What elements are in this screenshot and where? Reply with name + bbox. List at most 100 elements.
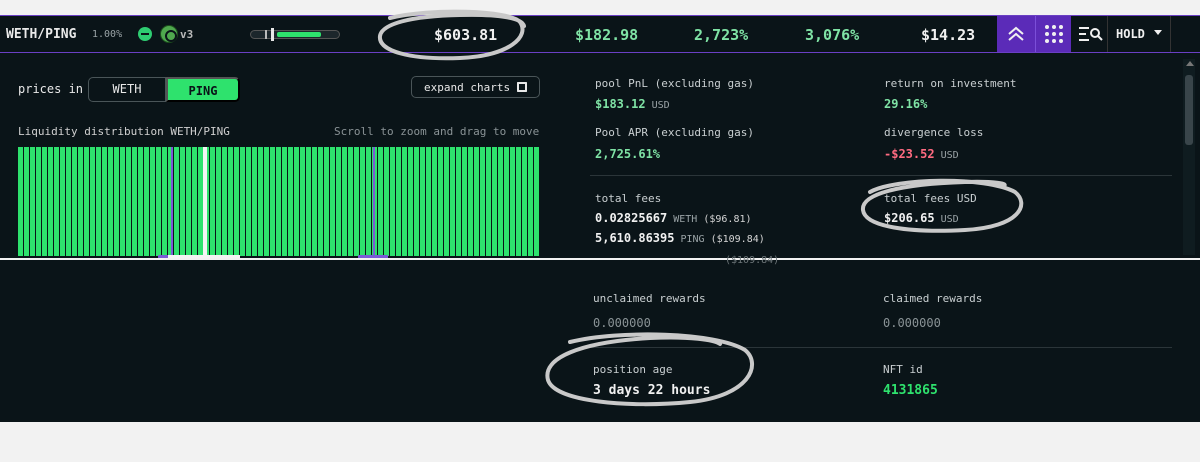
claimed-rewards-value: 0.000000	[883, 316, 941, 330]
liquidity-bar	[318, 147, 323, 256]
liquidity-bar	[426, 147, 431, 256]
liquidity-bar	[48, 147, 53, 256]
liquidity-bar	[210, 147, 215, 256]
expand-charts-button[interactable]: expand charts	[411, 76, 540, 98]
liquidity-bar	[66, 147, 71, 256]
position-details-panel: prices in WETH PING expand charts Liquid…	[0, 53, 1200, 258]
fee-tier: 1.00%	[92, 29, 123, 40]
scroll-up-icon[interactable]	[1186, 61, 1194, 66]
liquidity-bar	[504, 147, 509, 256]
liquidity-bar	[414, 147, 419, 256]
liquidity-bar	[186, 147, 191, 256]
total-fees-label: total fees	[595, 192, 662, 205]
liquidity-bar	[492, 147, 497, 256]
right-strip	[1170, 16, 1200, 52]
pool-apr-label: Pool APR (excluding gas)	[595, 126, 754, 139]
liquidity-bar	[222, 147, 227, 256]
range-lower-line	[171, 147, 173, 258]
liquidity-bar	[246, 147, 251, 256]
liquidity-bar	[174, 147, 179, 256]
liquidity-bar	[60, 147, 65, 256]
price-range-indicator	[250, 28, 340, 41]
roi-value: 29.16%	[884, 97, 928, 111]
liquidity-bar	[264, 147, 269, 256]
chameleon-icon	[160, 25, 178, 43]
expand-icon	[517, 82, 527, 92]
header-stat-4: $14.23	[921, 26, 976, 44]
roi-label: return on investment	[884, 77, 1017, 90]
nft-id-value[interactable]: 4131865	[883, 383, 938, 398]
liquidity-histogram[interactable]	[18, 147, 540, 258]
hold-dropdown[interactable]: HOLD	[1107, 16, 1169, 52]
liquidity-bar	[42, 147, 47, 256]
range-fill	[277, 32, 321, 37]
header-stat-1: $182.98	[575, 26, 639, 44]
liquidity-bar	[30, 147, 35, 256]
liquidity-bar	[270, 147, 275, 256]
liquidity-bar	[420, 147, 425, 256]
liquidity-bar	[126, 147, 131, 256]
pair-name[interactable]: WETH/PING	[6, 27, 76, 42]
liquidity-bar	[366, 147, 371, 256]
liquidity-bar	[108, 147, 113, 256]
liquidity-bar	[378, 147, 383, 256]
fees-weth: 0.02825667 WETH ($96.81)	[595, 211, 752, 225]
liquidity-bar	[312, 147, 317, 256]
liquidity-bar	[90, 147, 95, 256]
liquidity-title: Liquidity distribution WETH/PING	[18, 125, 230, 138]
token-toggle-ping[interactable]: PING	[166, 77, 240, 102]
chevron-down-icon	[1154, 30, 1162, 35]
divergence-label: divergence loss	[884, 126, 984, 139]
liquidity-bar	[114, 147, 119, 256]
search-list-button[interactable]	[1075, 16, 1105, 52]
claimed-rewards-label: claimed rewards	[883, 292, 983, 305]
liquidity-bar	[24, 147, 29, 256]
liquidity-bar	[324, 147, 329, 256]
grid-view-button[interactable]	[1035, 16, 1071, 52]
liquidity-bar	[150, 147, 155, 256]
liquidity-bar	[252, 147, 257, 256]
liquidity-bar	[396, 147, 401, 256]
scrollbar-thumb[interactable]	[1185, 75, 1193, 145]
liquidity-bar	[306, 147, 311, 256]
position-age-value: 3 days 22 hours	[593, 383, 711, 398]
pool-apr-value: 2,725.61%	[595, 147, 661, 161]
token-toggle-weth[interactable]: WETH	[88, 77, 166, 102]
liquidity-bar	[390, 147, 395, 256]
nft-id-label: NFT id	[883, 363, 923, 376]
range-upper-line	[373, 147, 375, 258]
range-current-mark	[271, 28, 274, 41]
liquidity-bar	[240, 147, 245, 256]
pool-pnl-label: pool PnL (excluding gas)	[595, 77, 754, 90]
header-stat-2: 2,723%	[694, 26, 749, 44]
liquidity-bar	[522, 147, 527, 256]
liquidity-bar	[162, 147, 167, 256]
liquidity-bar	[276, 147, 281, 256]
liquidity-bar	[336, 147, 341, 256]
prices-in-label: prices in	[18, 82, 84, 96]
pool-pnl-value: $183.12 USD	[595, 97, 670, 111]
liquidity-bar	[216, 147, 221, 256]
liquidity-bar	[348, 147, 353, 256]
liquidity-bar	[120, 147, 125, 256]
liquidity-bar	[54, 147, 59, 256]
toggle-icon[interactable]	[138, 27, 152, 41]
divergence-value: -$23.52 USD	[884, 147, 959, 161]
unclaimed-rewards-value: 0.000000	[593, 316, 651, 330]
liquidity-bar	[528, 147, 533, 256]
liquidity-bar	[72, 147, 77, 256]
liquidity-bar	[354, 147, 359, 256]
collapse-button[interactable]	[997, 16, 1035, 52]
unclaimed-rewards-label: unclaimed rewards	[593, 292, 706, 305]
liquidity-bar	[510, 147, 515, 256]
search-list-icon	[1079, 27, 1103, 41]
liquidity-bar	[156, 147, 161, 256]
liquidity-bar	[534, 147, 539, 256]
liquidity-bar	[432, 147, 437, 256]
liquidity-bar	[102, 147, 107, 256]
liquidity-bar	[486, 147, 491, 256]
liquidity-bar	[330, 147, 335, 256]
liquidity-bar	[480, 147, 485, 256]
liquidity-bar	[192, 147, 197, 256]
liquidity-bar	[138, 147, 143, 256]
